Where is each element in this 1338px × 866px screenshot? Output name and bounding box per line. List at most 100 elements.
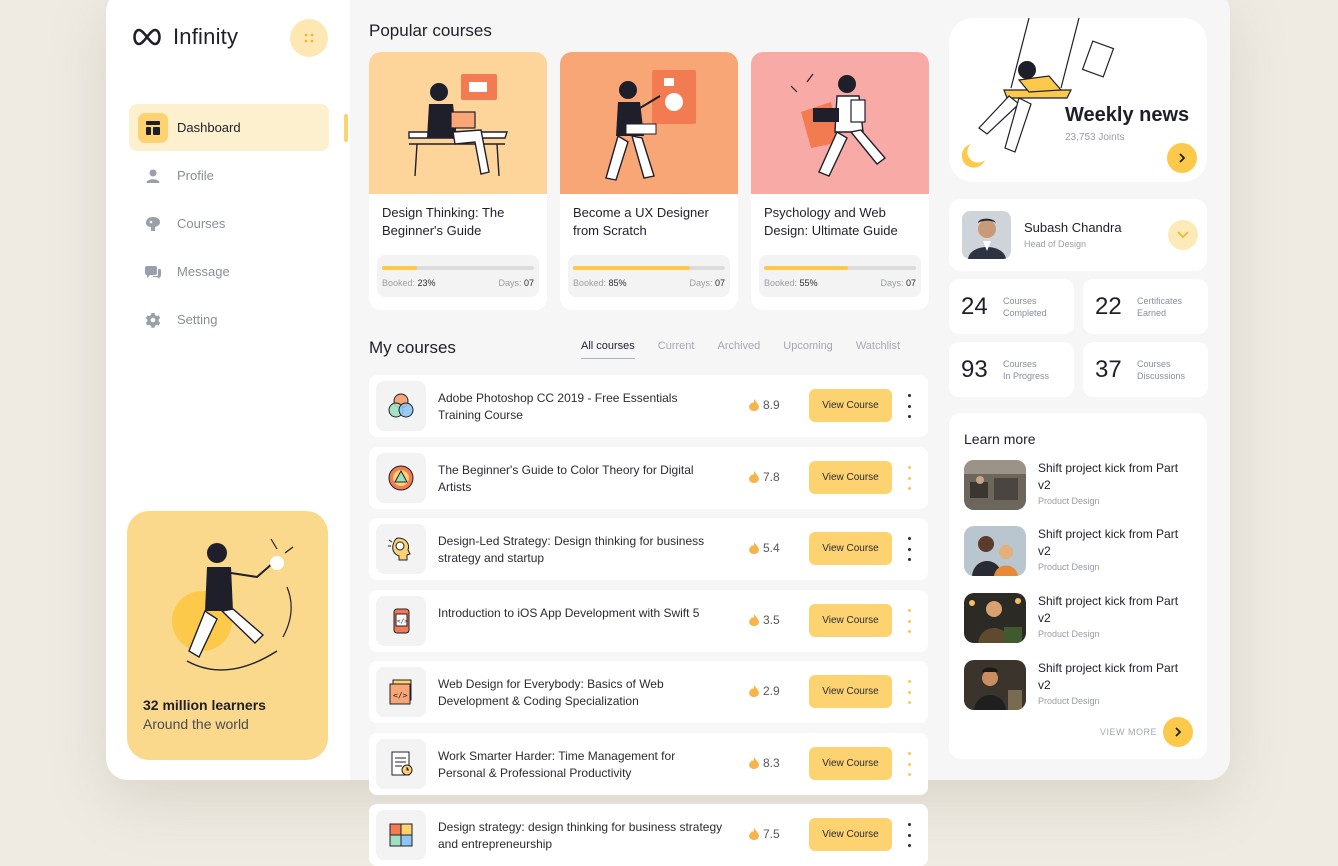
course-row[interactable]: Design-Led Strategy: Design thinking for… xyxy=(369,518,928,580)
message-icon xyxy=(138,257,168,287)
active-nav-marker xyxy=(344,114,348,142)
tab-archived[interactable]: Archived xyxy=(717,340,760,359)
learn-item[interactable]: Shift project kick from Part v2 Product … xyxy=(964,460,1199,512)
sidebar-item-courses[interactable]: Courses xyxy=(129,200,329,247)
view-course-button[interactable]: View Course xyxy=(809,818,892,851)
booked-stat: Booked: 85% xyxy=(573,278,627,288)
view-course-button[interactable]: View Course xyxy=(809,675,892,708)
course-row[interactable]: Work Smarter Harder: Time Management for… xyxy=(369,733,928,795)
learn-thumbnail xyxy=(964,593,1026,643)
stat-courses-completed: 24 Courses Completed xyxy=(949,279,1074,334)
tab-all-courses[interactable]: All courses xyxy=(581,340,635,359)
sidebar-item-label: Message xyxy=(177,264,230,279)
learn-item[interactable]: Shift project kick from Part v2 Product … xyxy=(964,660,1199,712)
view-course-button[interactable]: View Course xyxy=(809,604,892,637)
view-more-link[interactable]: VIEW MORE xyxy=(1100,727,1157,737)
infinity-icon xyxy=(133,28,161,46)
view-more-arrow-button[interactable] xyxy=(1163,717,1193,747)
course-tabs: All courses Current Archived Upcoming Wa… xyxy=(581,340,923,359)
sidebar-item-dashboard[interactable]: Dashboard xyxy=(129,104,329,151)
more-options-icon[interactable] xyxy=(904,680,914,704)
view-course-button[interactable]: View Course xyxy=(809,747,892,780)
profile-name: Subash Chandra xyxy=(1024,220,1122,235)
course-illustration xyxy=(560,52,738,194)
flame-icon xyxy=(749,471,759,483)
learn-item-title: Shift project kick from Part v2 xyxy=(1038,461,1179,492)
more-options-icon[interactable] xyxy=(904,466,914,490)
flame-icon xyxy=(749,757,759,769)
stat-value: 37 xyxy=(1095,356,1122,383)
sidebar-item-message[interactable]: Message xyxy=(129,248,329,295)
tab-current[interactable]: Current xyxy=(658,340,695,359)
booked-progress-bar xyxy=(764,266,916,270)
profile-role: Head of Design xyxy=(1024,239,1087,249)
profile-card[interactable]: Subash Chandra Head of Design xyxy=(949,199,1207,271)
booked-stat: Booked: 23% xyxy=(382,278,436,288)
course-title: Psychology and Web Design: Ultimate Guid… xyxy=(764,205,898,238)
sidebar-nav: Dashboard Profile Courses Message Settin… xyxy=(129,104,329,344)
code-window-icon: </> xyxy=(376,667,426,717)
more-options-icon[interactable] xyxy=(904,394,914,418)
learn-item-category: Product Design xyxy=(1038,629,1100,639)
more-options-icon[interactable] xyxy=(904,537,914,561)
view-course-button[interactable]: View Course xyxy=(809,389,892,422)
tab-upcoming[interactable]: Upcoming xyxy=(783,340,833,359)
learn-item-category: Product Design xyxy=(1038,562,1100,572)
course-row[interactable]: </> Web Design for Everybody: Basics of … xyxy=(369,661,928,723)
weekly-news-card[interactable]: Weekly news 23,753 Joints xyxy=(949,18,1207,182)
learn-item[interactable]: Shift project kick from Part v2 Product … xyxy=(964,526,1199,578)
sidebar-item-profile[interactable]: Profile xyxy=(129,152,329,199)
svg-text:</>: </> xyxy=(397,618,408,625)
dashboard-icon xyxy=(138,112,168,143)
course-title: Design Thinking: The Beginner's Guide xyxy=(382,205,505,238)
more-options-icon[interactable] xyxy=(904,609,914,633)
booked-progress-fill xyxy=(382,266,417,270)
more-options-icon[interactable] xyxy=(904,752,914,776)
course-stats: Booked: 55% Days: 07 xyxy=(759,255,921,297)
course-rating: 3.5 xyxy=(749,613,780,627)
course-name: Work Smarter Harder: Time Management for… xyxy=(438,749,676,780)
rgb-icon xyxy=(376,381,426,431)
courses-icon xyxy=(138,209,168,239)
booked-progress-bar xyxy=(573,266,725,270)
learn-item[interactable]: Shift project kick from Part v2 Product … xyxy=(964,593,1199,645)
course-rating: 7.8 xyxy=(749,470,780,484)
flame-icon xyxy=(749,542,759,554)
course-stats: Booked: 85% Days: 07 xyxy=(568,255,730,297)
course-name: The Beginner's Guide to Color Theory for… xyxy=(438,463,694,494)
popular-course-card[interactable]: Design Thinking: The Beginner's Guide Bo… xyxy=(369,52,547,310)
profile-expand-button[interactable] xyxy=(1168,220,1198,250)
popular-courses-title: Popular courses xyxy=(369,21,492,40)
promo-subtitle: Around the world xyxy=(143,716,249,732)
popular-course-card[interactable]: Psychology and Web Design: Ultimate Guid… xyxy=(751,52,929,310)
walking-person-illustration xyxy=(172,538,294,671)
course-name: Introduction to iOS App Development with… xyxy=(438,606,700,620)
course-illustration xyxy=(751,52,929,194)
gear-icon xyxy=(138,305,168,335)
course-name: Web Design for Everybody: Basics of Web … xyxy=(438,677,664,708)
learn-item-category: Product Design xyxy=(1038,696,1100,706)
course-row[interactable]: Design strategy: design thinking for bus… xyxy=(369,804,928,866)
course-rating: 5.4 xyxy=(749,541,780,555)
logo[interactable]: Infinity xyxy=(130,24,238,50)
chevron-down-icon xyxy=(1177,231,1189,239)
learn-thumbnail xyxy=(964,460,1026,510)
apps-grid-button[interactable] xyxy=(290,19,328,57)
course-row[interactable]: </> Introduction to iOS App Development … xyxy=(369,590,928,652)
flame-icon xyxy=(749,399,759,411)
booked-progress-fill xyxy=(573,266,691,270)
days-stat: Days: 07 xyxy=(689,278,725,288)
sidebar-item-setting[interactable]: Setting xyxy=(129,296,329,343)
course-row[interactable]: The Beginner's Guide to Color Theory for… xyxy=(369,447,928,509)
more-options-icon[interactable] xyxy=(904,823,914,847)
learn-item-title: Shift project kick from Part v2 xyxy=(1038,661,1179,692)
view-course-button[interactable]: View Course xyxy=(809,532,892,565)
view-course-button[interactable]: View Course xyxy=(809,461,892,494)
learn-more-card: Learn more Shift project kick from Part … xyxy=(949,413,1207,759)
tab-watchlist[interactable]: Watchlist xyxy=(856,340,900,359)
popular-course-card[interactable]: Become a UX Designer from Scratch Booked… xyxy=(560,52,738,310)
promo-title: 32 million learners xyxy=(143,697,266,713)
booked-progress-bar xyxy=(382,266,534,270)
weekly-news-arrow-button[interactable] xyxy=(1167,143,1197,173)
course-row[interactable]: Adobe Photoshop CC 2019 - Free Essential… xyxy=(369,375,928,437)
